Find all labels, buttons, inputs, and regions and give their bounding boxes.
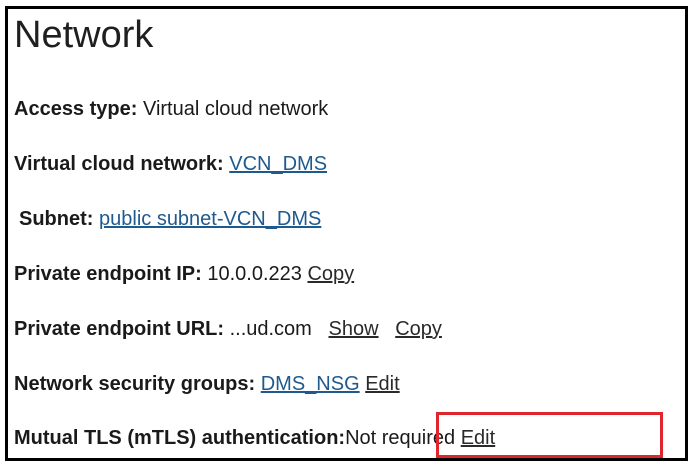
- copy-url-button[interactable]: Copy: [395, 318, 442, 340]
- mtls-highlight-box: [436, 412, 663, 458]
- nsg-label: Network security groups:: [14, 373, 256, 395]
- private-ip-value: 10.0.0.223: [207, 263, 302, 285]
- section-title: Network: [14, 14, 154, 56]
- private-url-row: Private endpoint URL: ...ud.com Show Cop…: [14, 316, 442, 342]
- vcn-label: Virtual cloud network:: [14, 153, 224, 175]
- private-ip-row: Private endpoint IP: 10.0.0.223 Copy: [14, 261, 354, 287]
- access-type-value: Virtual cloud network: [142, 98, 329, 120]
- nsg-link[interactable]: DMS_NSG: [261, 373, 360, 395]
- private-url-value: ...ud.com: [229, 318, 312, 340]
- show-url-button[interactable]: Show: [329, 318, 379, 340]
- private-url-label: Private endpoint URL:: [14, 318, 225, 340]
- subnet-label: Subnet:: [19, 208, 94, 230]
- copy-ip-button[interactable]: Copy: [307, 263, 354, 285]
- access-type-label: Access type:: [14, 98, 138, 120]
- private-ip-label: Private endpoint IP:: [14, 263, 202, 285]
- subnet-row: Subnet: public subnet-VCN_DMS: [19, 206, 321, 232]
- mtls-label: Mutual TLS (mTLS) authentication:: [14, 427, 346, 449]
- mtls-row: Mutual TLS (mTLS) authentication:Not req…: [14, 425, 495, 451]
- access-type-row: Access type: Virtual cloud network: [14, 96, 328, 122]
- nsg-row: Network security groups: DMS_NSG Edit: [14, 371, 400, 397]
- vcn-link[interactable]: VCN_DMS: [229, 153, 327, 175]
- subnet-link[interactable]: public subnet-VCN_DMS: [99, 208, 321, 230]
- vcn-row: Virtual cloud network: VCN_DMS: [14, 151, 327, 177]
- edit-nsg-button[interactable]: Edit: [365, 373, 399, 395]
